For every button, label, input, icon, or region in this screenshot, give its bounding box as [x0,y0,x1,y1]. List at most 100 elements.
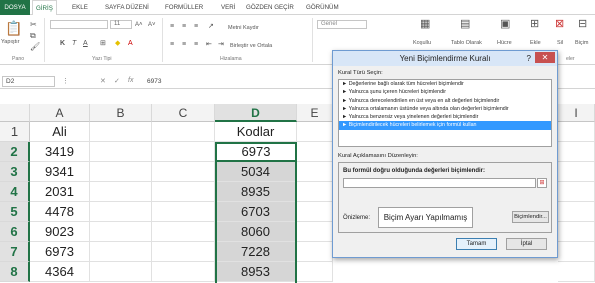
grid-cell-i8[interactable] [558,262,595,282]
number-format-box[interactable]: Genel [317,20,367,29]
fill-color-icon[interactable]: ◆ [115,40,120,48]
grid-cell-b2[interactable] [90,142,152,162]
font-name-box[interactable] [50,20,108,29]
insert-cells-icon[interactable]: ⊞ [530,19,539,30]
tab-file[interactable]: DOSYA [0,0,30,15]
grid-cell-d2[interactable]: 6973 [215,142,297,162]
grid-cell-e2[interactable] [297,142,333,162]
help-icon[interactable]: ? [527,52,531,65]
grid-cell-b7[interactable] [90,242,152,262]
grid-cell-c6[interactable] [152,222,215,242]
rule-type-item[interactable]: ► Yalnızca ortalamanın üstünde veya altı… [339,105,551,113]
column-header-e[interactable]: E [297,104,333,122]
grid-cell-e4[interactable] [297,182,333,202]
row-header[interactable]: 8 [0,262,30,282]
delete-cells-button[interactable]: Sil [557,40,563,46]
grid-cell-d3[interactable]: 5034 [215,162,297,182]
grid-cell-i7[interactable] [558,242,595,262]
grid-cell-b6[interactable] [90,222,152,242]
cell-styles-button[interactable]: Hücre [497,40,512,46]
grid-cell-e3[interactable] [297,162,333,182]
tab-review[interactable]: GÖZDEN GEÇİR [246,0,294,15]
grid-cell-c3[interactable] [152,162,215,182]
row-header[interactable]: 4 [0,182,30,202]
grid-cell-a2[interactable]: 3419 [30,142,90,162]
font-grow-icon[interactable]: A˄ [135,21,143,29]
grid-cell-b1[interactable] [90,122,152,142]
grid-cell-i1[interactable] [558,122,595,142]
grid-cell-a7[interactable]: 6973 [30,242,90,262]
merge-center-button[interactable]: Birleştir ve Ortala [230,43,272,49]
grid-cell-b5[interactable] [90,202,152,222]
tab-formulas[interactable]: FORMÜLLER [165,0,203,15]
name-box[interactable]: D2 [2,76,55,87]
grid-cell-a4[interactable]: 2031 [30,182,90,202]
grid-cell-i6[interactable] [558,222,595,242]
row-header[interactable]: 7 [0,242,30,262]
cancel-icon[interactable]: ✕ [100,77,106,85]
grid-cell-c2[interactable] [152,142,215,162]
cancel-button[interactable]: İptal [506,238,547,250]
row-header[interactable]: 3 [0,162,30,182]
grid-cell-d7[interactable]: 7228 [215,242,297,262]
grid-cell-c7[interactable] [152,242,215,262]
cell-styles-icon[interactable]: ▣ [500,19,510,30]
align-center-icon[interactable]: ≡ [182,41,186,49]
grid-cell-e1[interactable] [297,122,333,142]
grid-cell-b8[interactable] [90,262,152,282]
grid-cell-a6[interactable]: 9023 [30,222,90,242]
column-header-c[interactable]: C [152,104,215,122]
grid-cell-d1[interactable]: Kodlar [215,122,297,142]
format-as-table-icon[interactable]: ▤ [460,19,470,30]
row-header[interactable]: 2 [0,142,30,162]
cut-icon[interactable]: ✂ [30,21,37,29]
format-painter-icon[interactable]: 🖌 [30,43,40,51]
rule-type-item[interactable]: ► Yalnızca derecelendirilen en üst veya … [339,97,551,105]
paste-label[interactable]: Yapıştır [1,39,20,45]
italic-icon[interactable]: T [72,40,76,48]
format-cells-icon[interactable]: ⊟ [578,19,587,30]
grid-cell-i3[interactable] [558,162,595,182]
paste-icon[interactable]: 📋 [5,21,22,35]
borders-icon[interactable]: ⊞ [100,40,106,48]
column-header-i[interactable]: I [558,104,595,122]
grid-cell-a8[interactable]: 4364 [30,262,90,282]
outdent-icon[interactable]: ⇥ [218,41,224,49]
tab-view[interactable]: GÖRÜNÜM [306,0,339,15]
rule-type-item[interactable]: ► Değerlerine bağlı olarak tüm hücreleri… [339,80,551,88]
rule-type-item-selected[interactable]: ► Biçimlendirilecek hücreleri belirlemek… [339,121,551,130]
insert-cells-button[interactable]: Ekle [530,40,541,46]
grid-cell-c4[interactable] [152,182,215,202]
grid-cell-a5[interactable]: 4478 [30,202,90,222]
format-button[interactable]: Biçimlendir... [512,211,549,223]
rule-type-list[interactable]: ► Değerlerine bağlı olarak tüm hücreleri… [338,79,552,147]
align-middle-icon[interactable]: ≡ [182,23,186,31]
grid-cell-b3[interactable] [90,162,152,182]
format-as-table-button[interactable]: Tablo Olarak [451,40,482,46]
grid-cell-d8[interactable]: 8953 [215,262,297,282]
grid-cell-d4[interactable]: 8935 [215,182,297,202]
grid-cell-e5[interactable] [297,202,333,222]
column-header-b[interactable]: B [90,104,152,122]
indent-icon[interactable]: ⇤ [206,41,212,49]
grid-cell-b4[interactable] [90,182,152,202]
range-picker-icon[interactable]: ⊞ [537,178,547,188]
font-color-icon[interactable]: A [128,40,133,48]
grid-cell-a3[interactable]: 9341 [30,162,90,182]
underline-icon[interactable]: A [83,40,88,48]
formula-field[interactable] [343,178,536,188]
align-top-icon[interactable]: ≡ [170,23,174,31]
tab-home[interactable]: GİRİŞ [32,0,57,16]
tab-insert[interactable]: EKLE [72,0,88,15]
conditional-format-icon[interactable]: ▦ [420,19,430,30]
row-header[interactable]: 5 [0,202,30,222]
bold-icon[interactable]: K [60,40,65,48]
grid-cell-i4[interactable] [558,182,595,202]
grid-cell-i5[interactable] [558,202,595,222]
tab-data[interactable]: VERİ [221,0,235,15]
wrap-text-button[interactable]: Metni Kaydır [228,25,259,31]
enter-icon[interactable]: ✓ [114,77,120,85]
grid-cell-d6[interactable]: 8060 [215,222,297,242]
row-header[interactable]: 6 [0,222,30,242]
grid-cell-e6[interactable] [297,222,333,242]
